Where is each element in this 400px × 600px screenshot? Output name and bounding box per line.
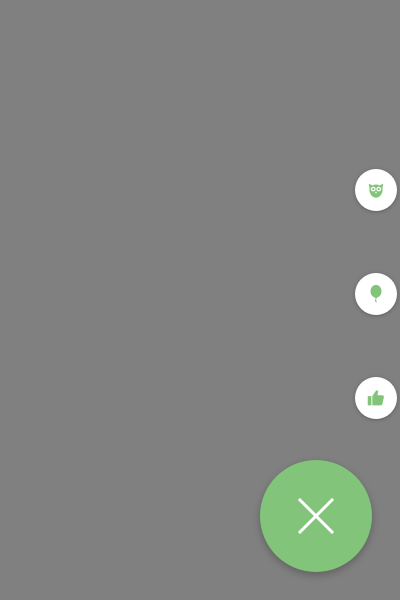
thumbs-up-action-button[interactable] bbox=[355, 377, 397, 419]
close-fab-button[interactable] bbox=[260, 460, 372, 572]
owl-action-button[interactable] bbox=[355, 169, 397, 211]
balloon-action-button[interactable] bbox=[355, 273, 397, 315]
thumbs-up-icon bbox=[365, 387, 387, 409]
balloon-icon bbox=[365, 283, 387, 305]
dimmed-overlay[interactable] bbox=[0, 0, 400, 600]
owl-icon bbox=[365, 179, 387, 201]
close-icon bbox=[296, 496, 336, 536]
